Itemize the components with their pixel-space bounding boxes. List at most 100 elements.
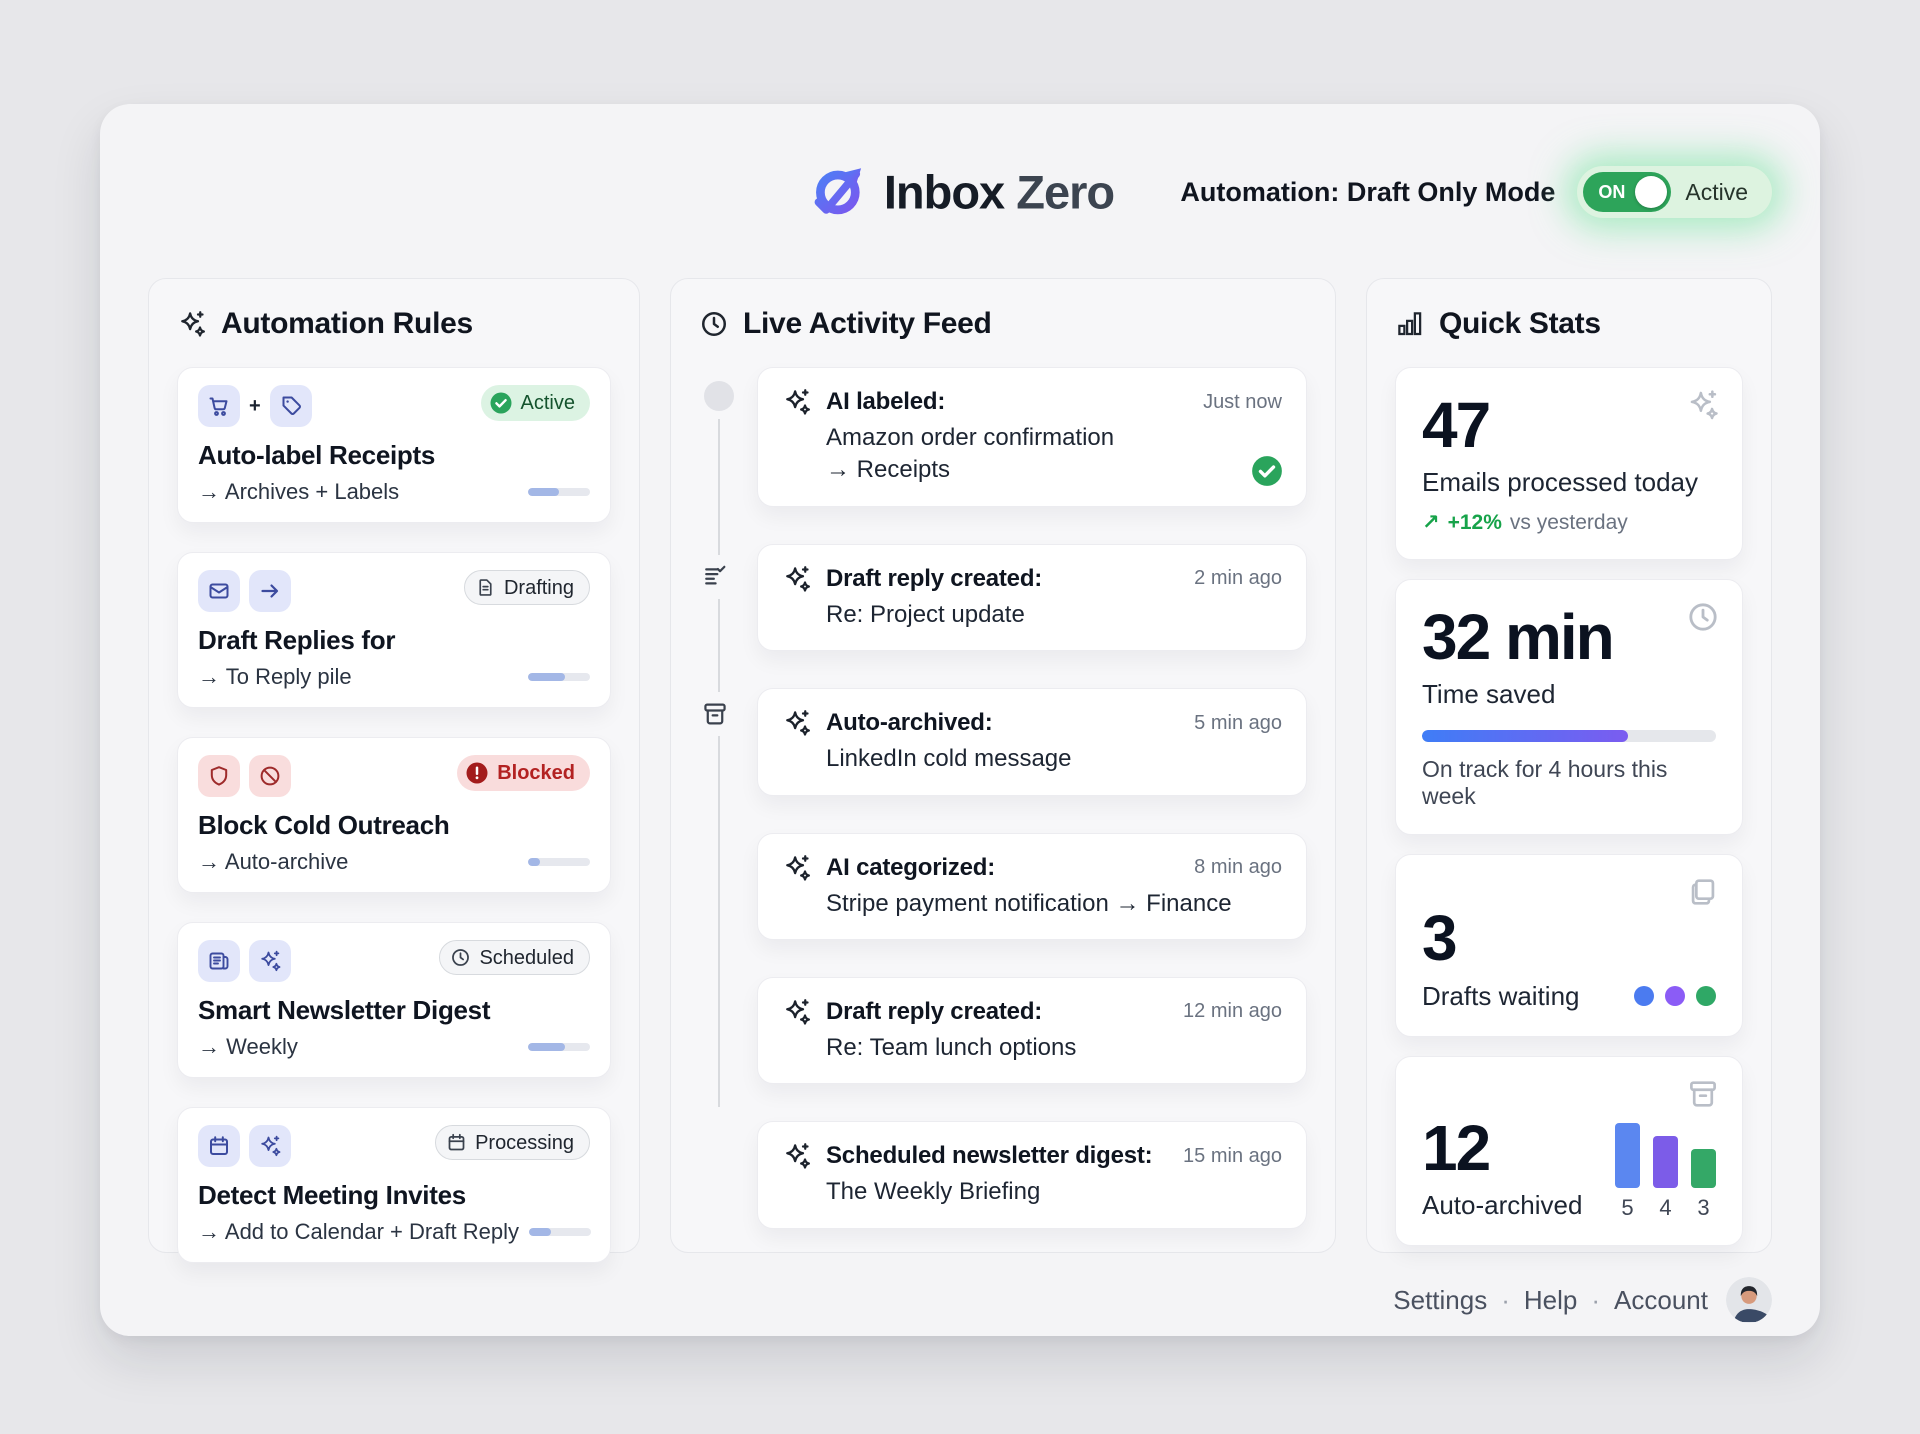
bar-purple: [1653, 1136, 1678, 1188]
pages-icon: [1686, 875, 1720, 909]
help-link[interactable]: Help: [1524, 1285, 1577, 1316]
shield-icon: [198, 755, 240, 797]
feed-item-detail: The Weekly Briefing: [782, 1176, 1282, 1208]
bar-chart-icon: [1395, 309, 1425, 339]
toggle-status-label: Active: [1671, 179, 1766, 206]
clock-icon: [699, 309, 729, 339]
calendar-icon: [198, 1125, 240, 1167]
feed-item-auto-archived: Auto-archived: 5 min ago LinkedIn cold m…: [757, 688, 1307, 795]
rule-title: Auto-label Receipts: [198, 440, 590, 471]
feed-item-ai-categorized: AI categorized: 8 min ago Stripe payment…: [757, 833, 1307, 940]
automation-toggle-group: ON Active: [1577, 166, 1772, 218]
sparkles-icon: [782, 564, 812, 594]
rules-title: Automation Rules: [221, 307, 473, 341]
green-dot: [1696, 986, 1716, 1006]
feed-item-time: 5 min ago: [1194, 712, 1282, 735]
user-avatar[interactable]: [1726, 1277, 1772, 1323]
stat-card-auto-archived: 12 Auto-archived 5 4: [1395, 1056, 1743, 1246]
rules-header: Automation Rules: [177, 307, 611, 341]
cart-icon: [198, 385, 240, 427]
bar-label: 5: [1621, 1195, 1633, 1221]
sparkles-icon: [177, 309, 207, 339]
stat-label: Auto-archived: [1422, 1190, 1582, 1221]
account-link[interactable]: Account: [1614, 1285, 1708, 1316]
stat-value: 3: [1422, 905, 1716, 972]
feed-item-detail: Re: Project update: [782, 599, 1282, 631]
toggle-on-label: ON: [1598, 182, 1625, 203]
rule-card-auto-label-receipts[interactable]: + Active Auto-label Receipts → Archives …: [177, 367, 611, 523]
arrow-right-icon: [249, 570, 291, 612]
feed-item-detail: Amazon order confirmation→ Receipts: [782, 422, 1282, 487]
rule-card-draft-replies[interactable]: Drafting Draft Replies for → To Reply pi…: [177, 552, 611, 708]
bar-blue: [1615, 1123, 1640, 1188]
stat-label: Time saved: [1422, 679, 1716, 710]
app-title: Inbox Zero: [884, 165, 1114, 220]
footer: Settings · Help · Account: [148, 1277, 1772, 1323]
feed-item-title: Auto-archived:: [826, 709, 1180, 737]
sparkles-icon: [782, 997, 812, 1027]
rule-card-block-cold-outreach[interactable]: Blocked Block Cold Outreach → Auto-archi…: [177, 737, 611, 893]
trend-up-arrow-icon: ↗: [1422, 510, 1440, 535]
toggle-knob[interactable]: [1635, 176, 1667, 208]
mini-bar-chart: 5 4 3: [1615, 1123, 1716, 1221]
brand: Inbox Zero: [806, 159, 1114, 226]
feed-header: Live Activity Feed: [699, 307, 1307, 341]
calendar-icon: [446, 1132, 467, 1153]
bar-label: 4: [1659, 1195, 1671, 1221]
feed-item-detail: LinkedIn cold message: [782, 743, 1282, 775]
feed-item-title: Scheduled newsletter digest:: [826, 1142, 1169, 1170]
mail-icon: [198, 570, 240, 612]
rule-title: Block Cold Outreach: [198, 810, 590, 841]
ban-icon: [249, 755, 291, 797]
time-saved-progress-bar: [1422, 730, 1716, 742]
quick-stats-panel: Quick Stats 47 Emails processed today ↗ …: [1366, 278, 1772, 1253]
feed-item-title: AI categorized:: [826, 854, 1180, 882]
stat-trend: ↗ +12% vs yesterday: [1422, 510, 1716, 535]
feed-item-time: 12 min ago: [1183, 1000, 1282, 1023]
status-badge-scheduled: Scheduled: [439, 940, 590, 975]
feed-item-time: 8 min ago: [1194, 856, 1282, 879]
stat-card-time-saved: 32 min Time saved On track for 4 hours t…: [1395, 579, 1743, 835]
sparkles-icon: [782, 1141, 812, 1171]
rule-progress-bar: [528, 1043, 590, 1051]
content-columns: Automation Rules + Active Auto-label Rec…: [148, 278, 1772, 1253]
feed-item-time: 2 min ago: [1194, 567, 1282, 590]
purple-dot: [1665, 986, 1685, 1006]
draft-status-dots: [1634, 986, 1716, 1006]
stat-value: 12: [1422, 1115, 1582, 1182]
clock-icon: [450, 947, 471, 968]
feed-item-time: Just now: [1203, 391, 1282, 414]
draft-note-icon: [701, 555, 729, 599]
settings-link[interactable]: Settings: [1393, 1285, 1487, 1316]
rule-title: Smart Newsletter Digest: [198, 995, 590, 1026]
rule-subtitle: → Add to Calendar + Draft Reply: [198, 1219, 519, 1245]
automation-toggle[interactable]: ON: [1583, 172, 1671, 212]
rule-card-detect-meeting-invites[interactable]: Processing Detect Meeting Invites → Add …: [177, 1107, 611, 1263]
rule-progress-bar: [528, 858, 590, 866]
feed-item-time: 15 min ago: [1183, 1145, 1282, 1168]
bar-green: [1691, 1149, 1716, 1188]
bar-label: 3: [1697, 1195, 1709, 1221]
feed-item-scheduled-digest: Scheduled newsletter digest: 15 min ago …: [757, 1121, 1307, 1228]
feed-title: Live Activity Feed: [743, 307, 992, 341]
rule-subtitle: → Auto-archive: [198, 849, 348, 875]
stat-label: Emails processed today: [1422, 467, 1716, 498]
archive-icon: [701, 692, 729, 736]
status-badge-active: Active: [481, 385, 590, 421]
feed-timeline: AI labeled: Just now Amazon order confir…: [699, 367, 1307, 1229]
feed-item-ai-labeled: AI labeled: Just now Amazon order confir…: [757, 367, 1307, 507]
main-panel: Inbox Zero Automation: Draft Only Mode O…: [100, 104, 1820, 1336]
stat-card-emails-processed: 47 Emails processed today ↗ +12% vs yest…: [1395, 367, 1743, 560]
trend-value: +12%: [1448, 511, 1502, 535]
sparkles-icon: [249, 940, 291, 982]
sparkles-icon: [249, 1125, 291, 1167]
check-circle-icon: [489, 391, 513, 415]
feed-item-detail: Re: Team lunch options: [782, 1032, 1282, 1064]
stat-label: Drafts waiting: [1422, 981, 1580, 1012]
tag-icon: [270, 385, 312, 427]
sparkles-icon: [1686, 388, 1720, 422]
rule-card-newsletter-digest[interactable]: Scheduled Smart Newsletter Digest → Week…: [177, 922, 611, 1078]
feed-item-draft-reply: Draft reply created: 2 min ago Re: Proje…: [757, 544, 1307, 651]
status-badge-blocked: Blocked: [457, 755, 590, 791]
rule-subtitle: → Weekly: [198, 1034, 298, 1060]
